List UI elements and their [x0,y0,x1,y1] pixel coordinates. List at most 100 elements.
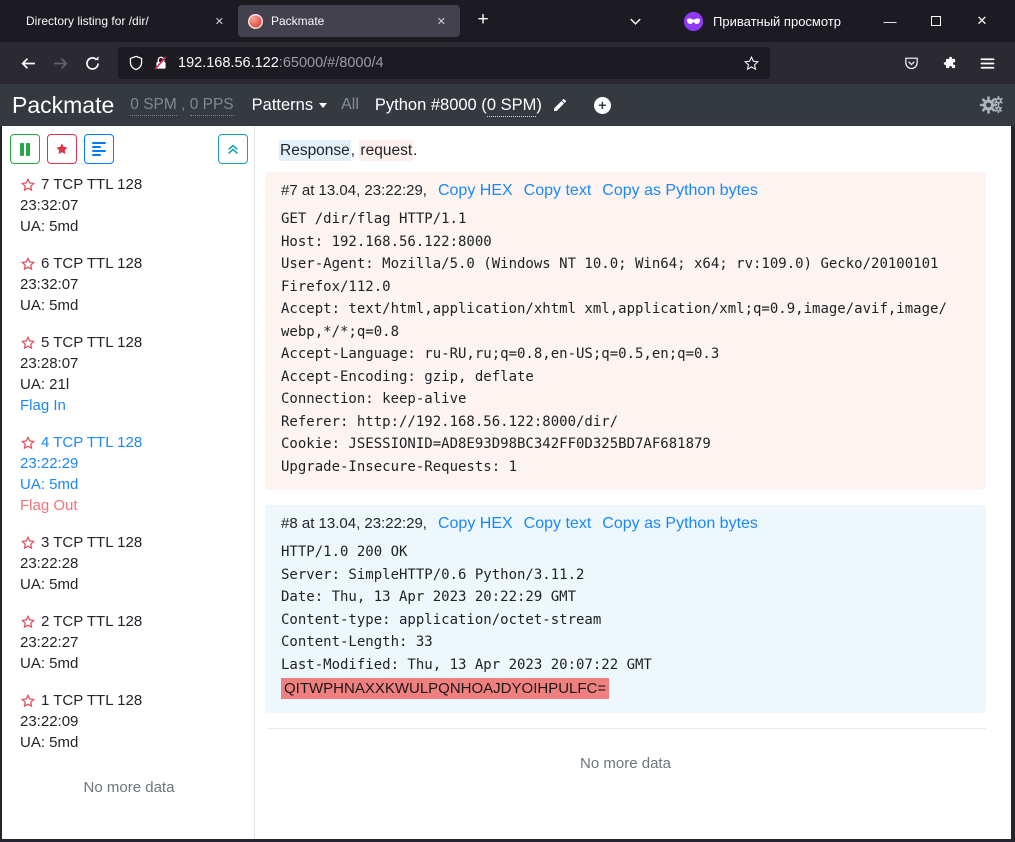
pocket-icon[interactable] [895,47,927,79]
window-controls: — ✕ [867,4,1005,38]
service-python-8000[interactable]: Python #8000 (0 SPM) [375,96,542,115]
reload-button[interactable] [76,47,108,79]
private-browsing-label: Приватный просмотр [713,14,841,29]
list-all-tabs-chevron-icon[interactable] [620,6,650,36]
stream-item-2[interactable]: 2 TCP TTL 128 23:22:27 UA: 5md [20,611,238,674]
stream-time: 23:22:09 [20,711,238,732]
favorite-star-icon[interactable] [20,693,36,709]
settings-cogs-icon[interactable] [979,94,1003,116]
favorite-star-icon[interactable] [20,335,36,351]
menu-hamburger-icon[interactable] [971,47,1003,79]
bookmark-star-icon[interactable] [743,55,760,72]
content-area: 7 TCP TTL 128 23:32:07 UA: 5md 6 TCP TTL… [0,126,1015,842]
url-text: 192.168.56.122:65000/#/8000/4 [178,55,384,71]
stream-time: 23:32:07 [20,274,238,295]
extensions-puzzle-icon[interactable] [933,47,965,79]
browser-tab-directory-listing[interactable]: Directory listing for /dir/ ✕ [16,5,238,37]
flag-out-link[interactable]: Flag Out [20,495,238,516]
stream-item-3[interactable]: 3 TCP TTL 128 23:22:28 UA: 5md [20,532,238,595]
browser-tab-packmate[interactable]: Packmate ✕ [238,5,460,37]
navigation-toolbar: 192.168.56.122:65000/#/8000/4 [0,42,1015,84]
patterns-label: Patterns [252,96,313,115]
back-button[interactable] [12,47,44,79]
stream-id-label: 6 TCP TTL 128 [41,253,142,274]
close-tab-icon[interactable]: ✕ [211,13,228,30]
traffic-stats: 0 SPM , 0 PPS [130,96,233,114]
stream-item-7[interactable]: 7 TCP TTL 128 23:32:07 UA: 5md [20,174,238,237]
private-browsing-mask-icon [683,11,704,32]
stream-user-agent: UA: 5md [20,295,238,316]
copy-python-bytes-link[interactable]: Copy as Python bytes [602,182,758,199]
pause-icon [20,143,24,156]
service-spm-stat: 0 SPM [487,96,537,117]
maximize-button[interactable] [913,4,959,38]
stream-time: 23:22:27 [20,632,238,653]
add-service-plus-icon[interactable]: + [594,97,611,114]
all-services-link[interactable]: All [341,96,359,114]
url-path: :65000/#/8000/4 [279,55,384,71]
close-tab-icon[interactable]: ✕ [433,13,450,30]
packet-direction-legend: Response, request. [279,142,986,160]
insecure-lock-slash-icon[interactable] [153,55,169,71]
url-host: 192.168.56.122 [178,55,279,71]
forward-button[interactable] [44,47,76,79]
copy-python-bytes-link[interactable]: Copy as Python bytes [602,515,758,532]
spm-stat: 0 SPM [130,96,177,116]
stream-item-1[interactable]: 1 TCP TTL 128 23:22:09 UA: 5md [20,690,238,753]
favorite-star-icon[interactable] [20,177,36,193]
stream-detail-panel: Response, request. #7 at 13.04, 23:22:29… [255,126,1011,839]
edit-service-pencil-icon[interactable] [552,97,568,113]
packet-title: #8 at 13.04, 23:22:29, [281,515,427,532]
private-browsing-badge: Приватный просмотр [683,11,841,32]
stream-time: 23:22:28 [20,553,238,574]
copy-text-link[interactable]: Copy text [524,515,592,532]
favorite-star-icon[interactable] [20,614,36,630]
favorites-filter-button[interactable] [47,134,77,164]
stream-user-agent: UA: 21l [20,374,238,395]
tab-title: Directory listing for /dir/ [26,14,203,28]
sidebar-toolbar [10,134,248,164]
stream-id-label: 3 TCP TTL 128 [41,532,142,553]
favorite-star-icon[interactable] [20,256,36,272]
pause-capture-button[interactable] [10,134,40,164]
stream-item-5[interactable]: 5 TCP TTL 128 23:28:07 UA: 21l Flag In [20,332,238,416]
flag-in-link[interactable]: Flag In [20,395,238,416]
favorite-star-icon[interactable] [20,535,36,551]
url-bar[interactable]: 192.168.56.122:65000/#/8000/4 [118,47,770,79]
minimize-button[interactable]: — [867,4,913,38]
star-icon [54,141,70,157]
response-legend: Response [279,140,351,161]
stream-item-4-selected[interactable]: 4 TCP TTL 128 23:22:29 UA: 5md Flag Out [20,432,238,516]
stream-item-6[interactable]: 6 TCP TTL 128 23:32:07 UA: 5md [20,253,238,316]
stream-list: 7 TCP TTL 128 23:32:07 UA: 5md 6 TCP TTL… [10,164,248,796]
copy-text-link[interactable]: Copy text [524,182,592,199]
browser-window: Directory listing for /dir/ ✕ Packmate ✕… [0,0,1015,842]
list-icon [92,142,106,156]
stream-sidebar: 7 TCP TTL 128 23:32:07 UA: 5md 6 TCP TTL… [2,126,255,839]
angles-up-icon [226,142,240,156]
packmate-favicon-icon [248,14,263,29]
stream-user-agent: UA: 5md [20,574,238,595]
list-view-button[interactable] [84,134,114,164]
close-window-button[interactable]: ✕ [959,4,1005,38]
favorite-star-icon[interactable] [20,435,36,451]
stream-user-agent: UA: 5md [20,732,238,753]
tracking-protection-shield-icon[interactable] [128,55,144,71]
request-legend: request [359,140,413,161]
stream-user-agent: UA: 5md [20,474,238,495]
copy-hex-link[interactable]: Copy HEX [438,515,513,532]
brand-packmate[interactable]: Packmate [12,92,114,119]
main-no-more-data: No more data [265,755,986,772]
packet-7-request: #7 at 13.04, 23:22:29,Copy HEXCopy textC… [265,172,986,490]
chevron-down-icon [319,103,327,108]
packet-payload: HTTP/1.0 200 OK Server: SimpleHTTP/0.6 P… [281,541,949,676]
tab-bar: Directory listing for /dir/ ✕ Packmate ✕… [0,0,1015,42]
new-tab-button[interactable]: + [468,6,498,36]
content-divider [267,728,986,729]
stream-id-label: 2 TCP TTL 128 [41,611,142,632]
collapse-sidebar-button[interactable] [218,134,248,164]
copy-hex-link[interactable]: Copy HEX [438,182,513,199]
stream-id-label: 1 TCP TTL 128 [41,690,142,711]
stream-time: 23:32:07 [20,195,238,216]
patterns-dropdown[interactable]: Patterns [252,96,327,115]
